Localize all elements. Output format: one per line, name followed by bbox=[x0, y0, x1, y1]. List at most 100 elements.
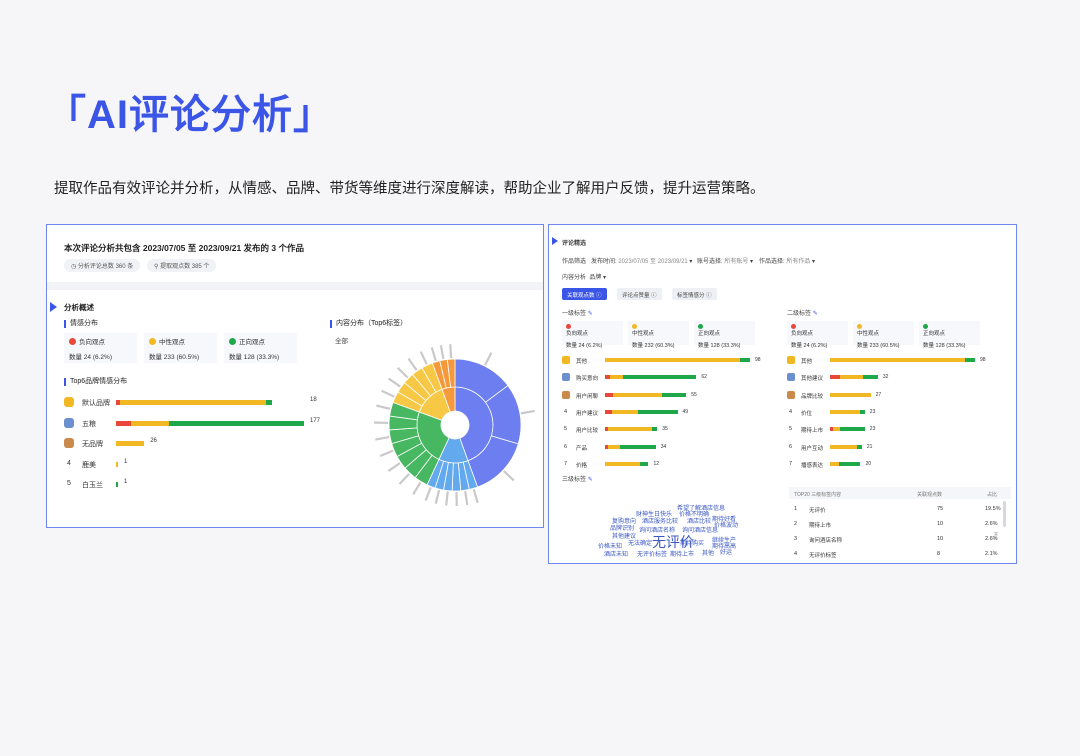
word-cloud-term[interactable]: 好运 bbox=[720, 547, 732, 556]
bar-segment-pos bbox=[859, 409, 865, 414]
sentiment-label: 负向观点 bbox=[69, 336, 132, 346]
bar-segment-pos bbox=[857, 444, 862, 449]
table-cell-rank: 1 bbox=[794, 506, 798, 512]
sentiment-label: 中性观点 bbox=[149, 336, 212, 346]
date-value: 2023/07/05 至 2023/09/21 bbox=[618, 259, 688, 265]
tag-count: 20 bbox=[865, 460, 871, 467]
table-scrollbar[interactable] bbox=[1003, 501, 1006, 527]
account-filter[interactable]: 账号选择: 所有账号 ▾ bbox=[697, 256, 753, 265]
tag-sentiment-bar bbox=[605, 358, 750, 362]
sentiment-face-icon bbox=[632, 324, 637, 329]
tab-comment-likes[interactable]: 评论点赞量 ⓘ bbox=[617, 288, 662, 300]
tag-row: 6 用户互动 21 bbox=[787, 443, 1007, 452]
table-cell-count: 8 bbox=[937, 551, 941, 557]
brand-count: 26 bbox=[150, 438, 157, 444]
bar-segment-neu bbox=[605, 358, 740, 362]
tag-name: 期待上市 bbox=[801, 428, 824, 435]
tag-count: 34 bbox=[660, 443, 667, 450]
word-cloud-term[interactable]: 期待购买 bbox=[680, 538, 704, 547]
brand-rank: 5 bbox=[67, 480, 71, 487]
works-select-filter[interactable]: 作品选择: 所有作品 ▾ bbox=[759, 256, 815, 265]
table-row: 4 无评价标签 8 2.1% bbox=[789, 549, 999, 562]
sentiment-face-icon bbox=[149, 338, 156, 345]
sentiment-label-text: 正向观点 bbox=[239, 339, 265, 346]
top20-tag-table: TOP20 三级标签内容 关联观点数 占比 1 无评价 75 19.5% 2 期待上市 10… bbox=[789, 487, 1011, 563]
bar-segment-neu bbox=[119, 400, 267, 405]
sunburst-leaf-label bbox=[387, 462, 401, 472]
sentiment-value: 数量 128 (33.3%) bbox=[698, 343, 741, 349]
table-row: 3 询问酒店名称 10 2.6% bbox=[789, 534, 999, 547]
sentiment-label-text: 负向观点 bbox=[79, 339, 105, 346]
edit-icon[interactable]: ✎ bbox=[813, 311, 818, 317]
bar-segment-pos bbox=[964, 358, 975, 362]
sentiment-label-text: 负向观点 bbox=[566, 331, 589, 337]
bar-segment-neu bbox=[116, 441, 145, 446]
bronze-medal-icon bbox=[787, 390, 795, 399]
word-cloud-term[interactable]: 酒店比较 bbox=[687, 516, 711, 525]
word-cloud-term[interactable]: 无法确定 bbox=[628, 538, 652, 547]
tag-count: 62 bbox=[701, 374, 707, 381]
bar-segment-neu bbox=[116, 461, 118, 467]
brand-count: 1 bbox=[124, 458, 128, 465]
date-label: 发布时间: bbox=[591, 259, 617, 265]
tag-name: 品牌比较 bbox=[801, 393, 824, 400]
back-to-top-icon[interactable]: ⤒ bbox=[994, 531, 998, 542]
word-cloud-term[interactable]: 其他 bbox=[702, 548, 714, 557]
bar-segment-neu bbox=[830, 392, 871, 397]
comment-count-chip: ◷ 分析评论总数 360 条 bbox=[64, 259, 141, 272]
edit-icon[interactable]: ✎ bbox=[588, 311, 593, 317]
sunburst-leaf-label bbox=[464, 491, 469, 506]
bar-segment-neu bbox=[830, 358, 965, 362]
sunburst-leaf-label bbox=[379, 449, 394, 458]
tag-name: 其他建议 bbox=[801, 376, 824, 383]
brand-name: 无品牌 bbox=[82, 441, 103, 448]
table-cell-name: 无评价标签 bbox=[809, 553, 837, 559]
edit-icon[interactable]: ✎ bbox=[588, 477, 593, 483]
sentiment-value: 数量 128 (33.3%) bbox=[923, 343, 966, 349]
sunburst-leaf-label bbox=[484, 352, 493, 366]
tag-row: 品牌比较 27 bbox=[787, 390, 1007, 400]
silver-medal-icon bbox=[562, 373, 570, 382]
word-cloud-term[interactable]: 酒店服务比较 bbox=[642, 516, 678, 525]
word-cloud-term[interactable]: 期待上市 bbox=[670, 549, 694, 558]
bar-segment-neu bbox=[830, 461, 840, 466]
section-marker-icon bbox=[552, 237, 558, 245]
tag-count: 23 bbox=[869, 408, 876, 415]
sunburst-leaf-label bbox=[388, 377, 401, 388]
section-marker-icon bbox=[50, 302, 57, 312]
comment-selection-screenshot: 评论精选 作品筛选 发布时间: 2023/07/05 至 2023/09/21 … bbox=[548, 224, 1017, 564]
sentiment-value: 数量 233 (60.5%) bbox=[149, 354, 200, 361]
sunburst-leaf-label bbox=[445, 491, 449, 506]
tab-tag-sentiment[interactable]: 标签情感分 ⓘ bbox=[672, 288, 717, 300]
sunburst-leaf-label bbox=[412, 481, 422, 495]
sentiment-card: 中性观点数量 233 (60.5%) bbox=[144, 333, 217, 363]
sentiment-value: 数量 24 (6.2%) bbox=[566, 343, 603, 349]
tag-name: 用户比较 bbox=[576, 428, 599, 435]
tag-row: 购买意向 62 bbox=[562, 373, 782, 382]
sentiment-label: 中性观点 bbox=[857, 324, 910, 337]
tag-name: 产品 bbox=[576, 445, 588, 452]
sunburst-leaf-label bbox=[376, 404, 391, 410]
sentiment-label: 中性观点 bbox=[632, 324, 685, 337]
brand-count: 177 bbox=[310, 417, 321, 424]
sentiment-card: 正向观点 数量 128 (33.3%) bbox=[694, 321, 755, 349]
page-description: 提取作品有效评论并分析，从情感、品牌、带货等维度进行深度解读，帮助企业了解用户反… bbox=[54, 181, 765, 197]
word-cloud-term[interactable]: 无评价标签 bbox=[637, 549, 667, 558]
level3-title-text: 三级标签 bbox=[562, 477, 587, 483]
tag-name: 用户建议 bbox=[576, 410, 599, 417]
tab-related-viewpoints[interactable]: 关联观点数 ⓘ bbox=[562, 288, 607, 300]
content-analysis-filter[interactable]: 内容分析 品牌 ▾ bbox=[562, 272, 606, 281]
bar-segment-pos bbox=[661, 392, 687, 397]
brand-name: 默认品牌 bbox=[82, 400, 110, 407]
publish-date-filter[interactable]: 发布时间: 2023/07/05 至 2023/09/21 ▾ bbox=[591, 256, 692, 265]
tag-rank: 7 bbox=[789, 460, 793, 467]
tag-sentiment-bar bbox=[605, 375, 697, 380]
word-cloud-term[interactable]: 酒店未知 bbox=[604, 549, 628, 558]
tag-rank: 4 bbox=[564, 408, 568, 415]
tag-name: 播感表达 bbox=[801, 462, 824, 469]
tag-rank: 7 bbox=[564, 460, 568, 467]
sentiment-label-text: 正向观点 bbox=[923, 331, 946, 337]
sentiment-value: 数量 233 (60.5%) bbox=[857, 343, 900, 349]
tag-row: 其他建议 32 bbox=[787, 373, 1007, 382]
table-header-name: TOP20 三级标签内容 bbox=[794, 492, 842, 498]
